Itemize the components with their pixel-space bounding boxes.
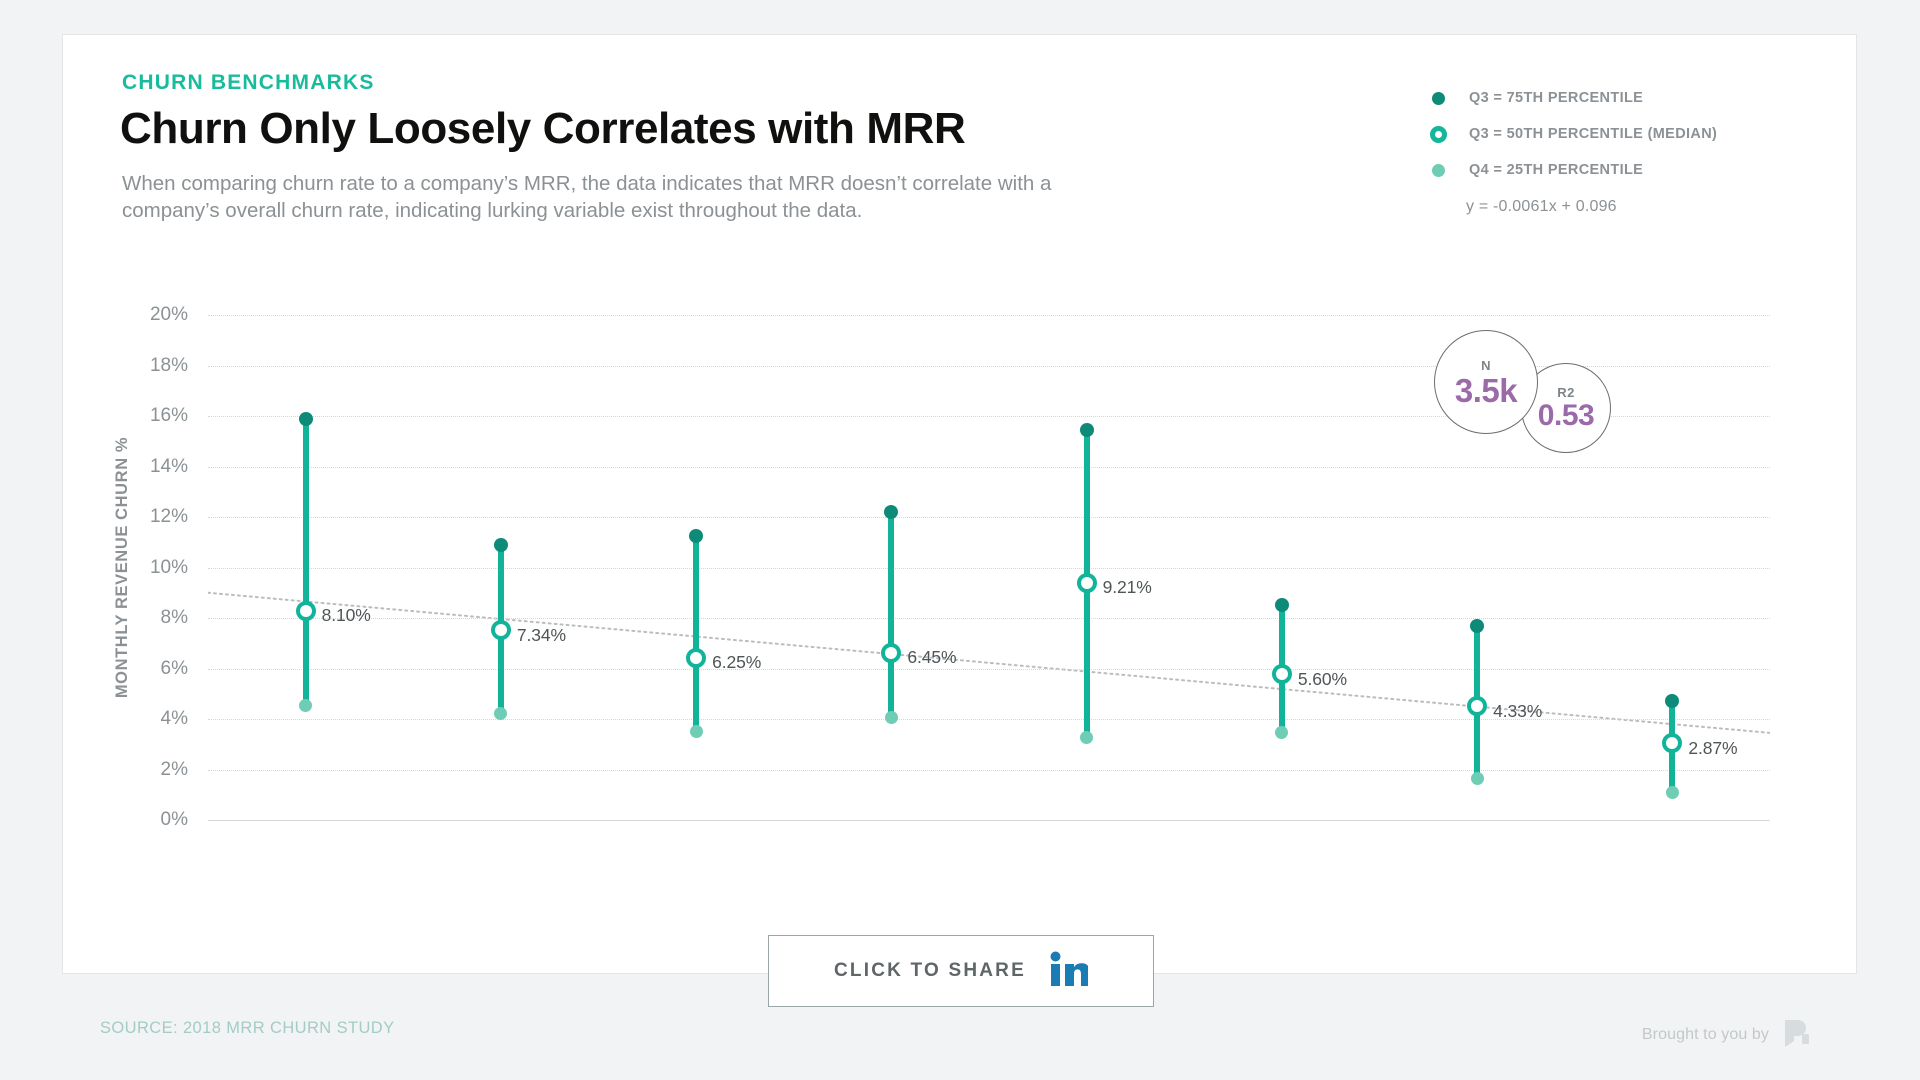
legend-dot-light-icon — [1427, 163, 1449, 177]
median-value-label: 6.45% — [907, 647, 957, 668]
marker-q3-75th — [298, 411, 313, 426]
legend-label-q4-25: Q4 = 25TH PERCENTILE — [1469, 162, 1644, 178]
y-axis-tick-label: 16% — [149, 405, 188, 426]
y-axis-tick-label: 6% — [160, 657, 188, 679]
median-value-label: 2.87% — [1688, 737, 1738, 758]
stat-bubble-n-value: 3.5k — [1454, 371, 1518, 409]
marker-q4-25th — [299, 698, 313, 712]
y-axis-tick-label: 8% — [160, 607, 188, 628]
marker-q4-25th — [1275, 726, 1289, 740]
y-axis-tick-label: 18% — [149, 354, 188, 376]
y-axis-tick-label: 10% — [149, 556, 188, 578]
y-axis-tick-label: 2% — [160, 758, 188, 780]
source-label: SOURCE: 2018 MRR CHURN STUDY — [100, 1019, 395, 1037]
gridline — [208, 466, 1770, 468]
gridline — [208, 567, 1770, 569]
marker-median — [1271, 664, 1292, 685]
legend-label-median: Q3 = 50TH PERCENTILE (MEDIAN) — [1469, 126, 1718, 142]
marker-q4-25th — [1470, 771, 1484, 785]
y-axis-tick-label: 0% — [160, 809, 188, 830]
marker-q3-75th — [1079, 422, 1094, 437]
marker-q4-25th — [1080, 731, 1094, 745]
share-button[interactable]: CLICK TO SHARE — [768, 935, 1154, 1007]
gridline — [208, 769, 1770, 771]
gridline — [208, 517, 1770, 518]
eyebrow-label: CHURN BENCHMARKS — [122, 71, 375, 94]
marker-q3-75th — [493, 537, 508, 552]
legend-dot-ring-icon — [1427, 125, 1449, 143]
marker-q3-75th — [1665, 694, 1680, 709]
median-value-label: 9.21% — [1102, 577, 1152, 598]
brought-to-you-by-label: Brought to you by — [1641, 1025, 1769, 1043]
gridline — [208, 618, 1770, 619]
page-subtitle: When comparing churn rate to a company’s… — [122, 172, 1052, 222]
marker-q3-75th — [1470, 618, 1485, 633]
median-value-label: 6.25% — [712, 652, 762, 673]
trendline-equation: y = -0.0061x + 0.096 — [1466, 198, 1617, 215]
infographic-page: CHURN BENCHMARKS Churn Only Loosely Corr… — [0, 0, 1920, 1080]
profitwell-logo-icon — [1782, 1017, 1812, 1052]
marker-median — [686, 647, 707, 668]
y-axis-tick-label: 12% — [149, 506, 188, 527]
legend-item-q3-75: Q3 = 75TH PERCENTILE — [1427, 80, 1767, 116]
marker-median — [1076, 572, 1097, 593]
median-value-label: 4.33% — [1493, 700, 1543, 721]
median-value-label: 5.60% — [1297, 668, 1347, 689]
y-axis-tick-label: 20% — [149, 304, 188, 325]
x-axis-baseline — [208, 820, 1770, 821]
chart-legend: Q3 = 75TH PERCENTILE Q3 = 50TH PERCENTIL… — [1427, 80, 1767, 188]
marker-q4-25th — [689, 725, 703, 739]
legend-item-median: Q3 = 50TH PERCENTILE (MEDIAN) — [1427, 116, 1767, 152]
y-axis-tick-label: 14% — [149, 455, 188, 477]
marker-q3-75th — [689, 528, 704, 543]
stat-bubble-n-key: N — [1481, 357, 1491, 373]
share-button-label: CLICK TO SHARE — [834, 960, 1026, 981]
marker-median — [490, 620, 511, 641]
page-title: Churn Only Loosely Correlates with MRR — [120, 104, 966, 153]
marker-q4-25th — [1665, 785, 1679, 799]
legend-item-q4-25: Q4 = 25TH PERCENTILE — [1427, 152, 1767, 188]
stat-bubble-r2-key: R2 — [1557, 385, 1575, 400]
marker-median — [1467, 696, 1488, 717]
legend-dot-solid-icon — [1427, 91, 1449, 105]
legend-label-q3-75: Q3 = 75TH PERCENTILE — [1469, 90, 1644, 106]
median-value-label: 7.34% — [516, 624, 566, 645]
whisker-bar — [302, 418, 309, 706]
whisker-bar — [693, 535, 700, 732]
gridline — [208, 668, 1770, 670]
stat-bubble-n: N 3.5k — [1434, 330, 1538, 434]
brought-to-you-by: Brought to you by — [1642, 1017, 1812, 1052]
y-axis-tick-label: 4% — [160, 708, 188, 729]
median-value-label: 8.10% — [321, 605, 371, 626]
gridline — [208, 315, 1770, 316]
marker-median — [1662, 733, 1683, 754]
marker-q4-25th — [884, 711, 898, 725]
marker-median — [295, 600, 316, 621]
stat-bubble-r2-value: 0.53 — [1537, 399, 1595, 432]
marker-median — [881, 642, 902, 663]
whisker-bar — [888, 511, 895, 718]
linkedin-icon — [1050, 951, 1090, 992]
marker-q3-75th — [1274, 598, 1289, 613]
